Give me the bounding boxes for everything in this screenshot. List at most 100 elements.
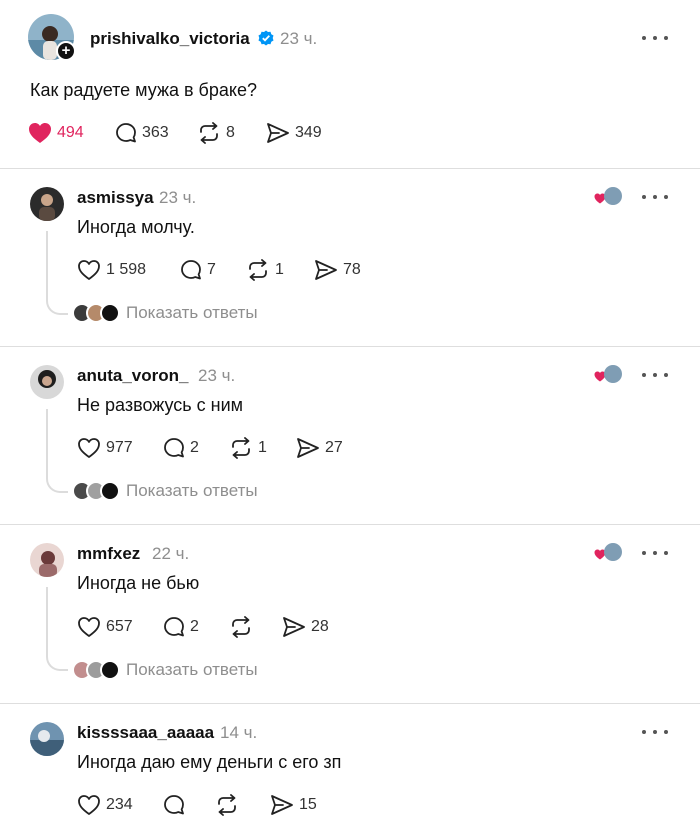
comment-username[interactable]: kissssaaa_aaaaa [77, 723, 214, 743]
comment-icon [164, 438, 184, 458]
repost-button[interactable]: 1 [246, 257, 284, 283]
like-button[interactable]: 977 [77, 435, 133, 461]
repost-icon [232, 616, 250, 638]
like-button[interactable]: 657 [77, 614, 133, 640]
avatar[interactable] [30, 365, 64, 399]
more-options-button[interactable] [642, 722, 668, 742]
like-count: 494 [57, 124, 84, 141]
share-count: 78 [343, 261, 361, 278]
comment-username[interactable]: anuta_voron_ [77, 366, 188, 386]
share-button[interactable]: 27 [296, 435, 343, 461]
repost-icon [232, 437, 250, 459]
thread-line [46, 409, 68, 493]
comment-text: Иногда даю ему деньги с его зп [77, 752, 342, 772]
share-icon [283, 617, 305, 637]
avatar [100, 303, 120, 323]
avatar [100, 481, 120, 501]
like-count: 234 [106, 796, 133, 813]
show-replies-label: Показать ответы [126, 660, 258, 679]
follow-plus-icon[interactable]: + [56, 41, 76, 61]
heart-icon [78, 795, 100, 815]
avatar[interactable] [30, 543, 64, 577]
share-button[interactable]: 28 [282, 614, 329, 640]
comment-text: Иногда не бью [77, 573, 200, 593]
more-options-button[interactable] [642, 365, 668, 385]
repost-button[interactable] [229, 614, 258, 640]
comment-username[interactable]: asmissya [77, 188, 154, 208]
avatar [100, 660, 120, 680]
comment-button[interactable]: 2 [163, 435, 199, 461]
comment-button[interactable]: 7 [180, 257, 216, 283]
post-text: Как радуете мужа в браке? [30, 80, 257, 100]
share-count: 15 [299, 796, 317, 813]
post-time: 23 ч. [280, 29, 318, 48]
repost-count: 1 [275, 261, 284, 278]
liked-by-author-indicator [594, 365, 624, 387]
like-button[interactable]: 234 [77, 792, 133, 818]
comment-icon [116, 123, 136, 143]
more-options-button[interactable] [642, 28, 668, 48]
comment-username[interactable]: mmfxez [77, 544, 140, 564]
share-icon [297, 438, 319, 458]
comment-button[interactable] [163, 792, 190, 818]
comment-item: mmfxez 22 ч. Иногда не бью 657 2 28 Пока… [0, 525, 700, 703]
heart-icon [78, 438, 100, 458]
comment-icon [164, 795, 184, 815]
liked-by-author-indicator [594, 543, 624, 565]
comment-text: Иногда молчу. [77, 217, 195, 237]
avatar[interactable] [30, 187, 64, 221]
like-button[interactable]: 494 [28, 120, 84, 146]
repost-icon [218, 794, 236, 816]
thread-line [46, 587, 68, 671]
comment-time: 14 ч. [220, 723, 258, 742]
comment-time: 23 ч. [198, 366, 236, 385]
comment-count: 363 [142, 124, 169, 141]
heart-icon [78, 617, 100, 637]
like-count: 1 598 [106, 261, 147, 278]
show-replies-button[interactable]: Показать ответы [72, 479, 258, 503]
heart-filled-icon [29, 123, 51, 143]
comment-icon [181, 260, 201, 280]
comment-time: 23 ч. [159, 188, 197, 207]
like-count: 657 [106, 618, 133, 635]
main-post: + prishivalko_victoria 23 ч. Как радуете… [0, 0, 700, 168]
like-button[interactable]: 1 598 [77, 257, 146, 283]
repost-icon [249, 259, 267, 281]
comment-item: kissssaaa_aaaaa 14 ч. Иногда даю ему ден… [0, 704, 700, 838]
comment-time: 22 ч. [152, 544, 190, 563]
repost-icon [200, 122, 218, 144]
repost-count: 1 [258, 439, 267, 456]
verified-badge-icon [258, 30, 274, 46]
comment-item: anuta_voron_ 23 ч. Не развожусь с ним 97… [0, 347, 700, 524]
share-count: 27 [325, 439, 343, 456]
thread-line [46, 231, 68, 315]
liked-by-author-indicator [594, 187, 624, 209]
comment-count: 7 [207, 261, 216, 278]
show-replies-label: Показать ответы [126, 481, 258, 500]
like-count: 977 [106, 439, 133, 456]
repost-button[interactable] [215, 792, 244, 818]
share-count: 349 [295, 124, 322, 141]
show-replies-label: Показать ответы [126, 303, 258, 322]
comment-text: Не развожусь с ним [77, 395, 244, 415]
heart-icon [78, 260, 100, 280]
post-username[interactable]: prishivalko_victoria [90, 29, 250, 49]
comment-button[interactable]: 363 [115, 120, 169, 146]
show-replies-button[interactable]: Показать ответы [72, 658, 258, 682]
more-options-button[interactable] [642, 187, 668, 207]
share-icon [267, 123, 289, 143]
share-icon [271, 795, 293, 815]
repost-button[interactable]: 8 [197, 120, 235, 146]
repost-count: 8 [226, 124, 235, 141]
share-button[interactable]: 78 [314, 257, 361, 283]
repost-button[interactable]: 1 [229, 435, 267, 461]
comment-count: 2 [190, 618, 199, 635]
show-replies-button[interactable]: Показать ответы [72, 301, 258, 325]
comment-icon [164, 617, 184, 637]
comment-item: asmissya 23 ч. Иногда молчу. 1 598 7 1 7… [0, 169, 700, 346]
avatar[interactable] [30, 722, 64, 756]
comment-button[interactable]: 2 [163, 614, 199, 640]
share-button[interactable]: 349 [266, 120, 322, 146]
more-options-button[interactable] [642, 543, 668, 563]
share-button[interactable]: 15 [270, 792, 317, 818]
